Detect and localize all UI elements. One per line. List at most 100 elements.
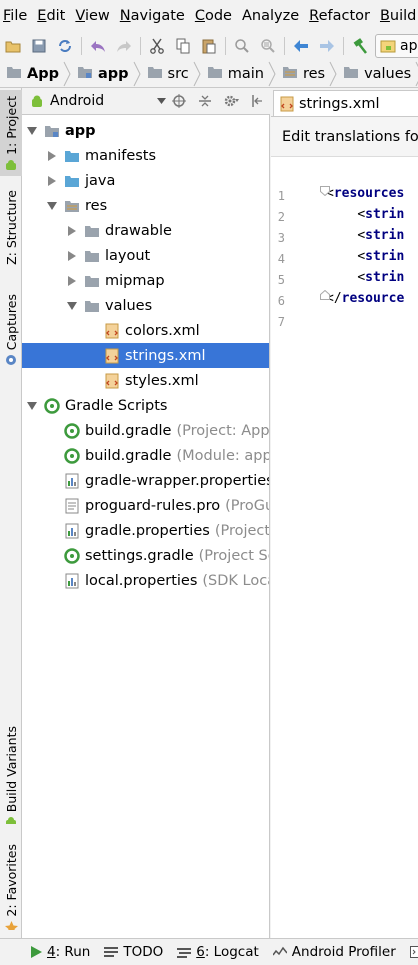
tree-node-label: layout [105,247,151,264]
copy-icon[interactable] [170,33,196,59]
tab-project[interactable]: 1: Project [0,90,22,176]
locate-target-icon[interactable] [166,88,192,114]
tree-node-hint: (Project Pr [214,522,270,539]
open-folder-icon[interactable] [0,33,26,59]
tool-android-profiler[interactable]: Android Profiler [272,944,396,960]
tree-node[interactable]: layout [22,243,269,268]
tree-node[interactable]: settings.gradle(Project Setti [22,543,269,568]
fold-marker-icon[interactable] [320,290,330,300]
undo-icon[interactable] [85,33,111,59]
tree-node[interactable]: proguard-rules.pro(ProGuar [22,493,269,518]
tree-node[interactable]: drawable [22,218,269,243]
expand-right-icon[interactable] [66,250,78,261]
breadcrumb-item-res[interactable]: res [276,60,329,87]
find-icon[interactable] [229,33,255,59]
cut-icon[interactable] [144,33,170,59]
build-hammer-icon[interactable] [347,33,373,59]
menu-view[interactable]: View [70,0,114,32]
forward-icon[interactable] [314,33,340,59]
tree-node[interactable]: Gradle Scripts [22,393,269,418]
code-line: <resources [326,183,404,204]
menu-file[interactable]: File [0,0,32,32]
breadcrumb-item-values[interactable]: values [337,60,415,87]
tool-todo[interactable]: TODO [104,944,163,960]
expand-down-icon[interactable] [26,126,38,135]
tree-node[interactable]: values [22,293,269,318]
hide-panel-icon[interactable] [244,88,270,114]
module-folder-icon [44,123,60,139]
folder-gray-icon [343,65,359,83]
tab-build-variants[interactable]: Build Variants [0,720,22,824]
tree-node-label: proguard-rules.pro [85,497,221,514]
expand-right-icon[interactable] [46,175,58,186]
toolbar-separator [81,37,82,55]
tree-node-label: gradle.properties [85,522,210,539]
paste-icon[interactable] [196,33,222,59]
menu-navigate[interactable]: Navigate [115,0,190,32]
run-icon [30,946,42,958]
breadcrumb-item-main[interactable]: main [201,60,268,87]
expand-down-icon[interactable] [26,401,38,410]
tab-favorites[interactable]: 2: Favorites [0,840,22,930]
expand-right-icon[interactable] [66,275,78,286]
tree-node[interactable]: mipmap [22,268,269,293]
menu-edit[interactable]: Edit [32,0,70,32]
tree-node-label: build.gradle [85,447,172,464]
line-number: 7 [277,315,285,329]
properties-file-icon [64,573,80,589]
expand-down-icon[interactable] [66,301,78,310]
tree-node[interactable]: app [22,118,269,143]
tool-logcat[interactable]: 6: Logcat [177,944,259,960]
back-icon[interactable] [288,33,314,59]
tab-strings-xml[interactable]: strings.xml [273,90,418,116]
breadcrumb-item-src[interactable]: src [141,60,193,87]
replace-icon[interactable] [255,33,281,59]
tree-node[interactable]: strings.xml [22,343,269,368]
menu-build[interactable]: Build [375,0,418,32]
breadcrumb-item-module[interactable]: app [71,60,133,87]
tool-terminal[interactable] [409,946,418,958]
sync-icon[interactable] [52,33,78,59]
xml-tag-name: strin [365,207,405,222]
camera-icon [6,355,16,366]
save-icon[interactable] [26,33,52,59]
collapse-all-icon[interactable] [192,88,218,114]
tab-captures[interactable]: Captures [0,288,22,368]
tree-node-hint: (Project Setti [198,547,269,564]
run-configuration-select[interactable]: app [375,34,418,58]
folder-gray-icon [84,248,100,264]
translation-notification[interactable]: Edit translations for a [271,117,418,157]
toolbar-separator [140,37,141,55]
xml-file-icon [104,348,120,364]
project-view-select[interactable]: Android [22,93,166,109]
menu-analyze[interactable]: Analyze [237,0,304,32]
tree-node[interactable]: gradle.properties(Project Pr [22,518,270,543]
tree-node[interactable]: colors.xml [22,318,269,343]
tree-node[interactable]: manifests [22,143,269,168]
code-line: <strin [326,267,404,288]
fold-marker-icon[interactable] [320,186,330,196]
tool-run[interactable]: 4: Run [30,944,90,960]
code-editor[interactable]: <resources <strin <strin <strin <strin </… [326,176,418,938]
tree-node[interactable]: build.gradle (Module: app) [22,443,269,468]
tab-structure[interactable]: Z: Structure [0,184,22,270]
menu-refactor[interactable]: Refactor [304,0,375,32]
tree-node[interactable]: styles.xml [22,368,269,393]
tree-node[interactable]: res [22,193,269,218]
tree-node[interactable]: java [22,168,269,193]
tree-node[interactable]: build.gradle (Project: App) [22,418,269,443]
gear-icon[interactable] [218,88,244,114]
breadcrumb-item-project[interactable]: App [0,60,63,87]
tree-node[interactable]: gradle-wrapper.properties(G [22,468,270,493]
breadcrumb-separator-icon [63,61,71,86]
expand-right-icon[interactable] [66,225,78,236]
expand-right-icon[interactable] [46,150,58,161]
menu-code[interactable]: Code [190,0,237,32]
tree-node[interactable]: local.properties(SDK Locati [22,568,269,593]
expand-down-icon[interactable] [46,201,58,210]
tree-node-label: gradle-wrapper.properties [85,472,270,489]
redo-icon[interactable] [111,33,137,59]
android-icon [32,95,42,107]
